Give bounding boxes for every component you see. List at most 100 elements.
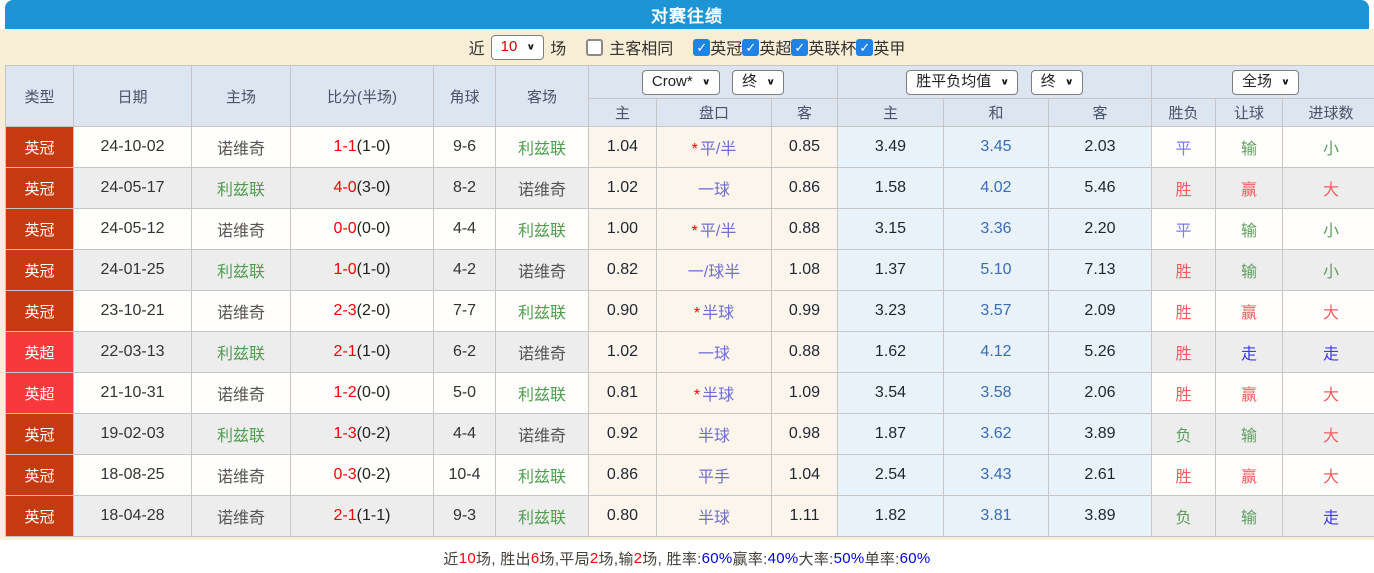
cell-handicap: 一球 [656,167,772,209]
cell-odds-home: 0.92 [588,413,657,455]
cell-league-badge: 英冠 [5,413,74,455]
cell-date: 24-05-12 [73,208,192,250]
cell-handicap-result: 输 [1215,208,1283,250]
cell-handicap-result: 输 [1215,495,1283,537]
odds-company-value: Crow* [651,72,693,90]
cell-wdl-home: 2.54 [837,454,944,496]
cell-date: 24-10-02 [73,126,192,168]
same-venue-checkbox[interactable] [586,38,604,56]
score-halftime: (0-0) [356,384,391,401]
wdl-state-select[interactable]: 终 ∨ [1030,69,1083,95]
cell-home-team: 诺维奇 [191,372,291,414]
summary-segment: 10 [458,550,477,567]
chevron-down-icon: ∨ [526,41,536,52]
cell-goals-result: 大 [1281,167,1374,209]
cell-away-team: 诺维奇 [495,331,589,373]
cell-corners: 9-6 [433,126,496,168]
cell-wdl-draw: 3.58 [943,372,1049,414]
score-fulltime: 2-3 [333,302,357,319]
header-type: 类型 [5,65,74,127]
handicap-text: 一球 [697,346,730,363]
summary-segment: 场, 胜出 [476,551,531,568]
odds-state-select[interactable]: 终 ∨ [732,69,785,95]
cell-odds-away: 1.08 [771,249,838,291]
scope-select[interactable]: 全场 ∨ [1232,69,1299,95]
cell-away-team: 诺维奇 [495,413,589,455]
cell-wdl-home: 3.15 [837,208,944,250]
summary-segment: 场,平局 [539,551,590,568]
cell-date: 18-04-28 [73,495,192,537]
league-checkbox[interactable]: ✓ [693,38,711,56]
cell-goals-result: 小 [1281,249,1374,291]
cell-handicap-result: 走 [1215,331,1283,373]
cell-wdl-home: 3.49 [837,126,944,168]
cell-wdl-away: 5.46 [1048,167,1152,209]
cell-result: 胜 [1151,331,1216,373]
cell-wdl-draw: 5.10 [943,249,1049,291]
table-row: 英冠 24-05-17 利兹联 4-0(3-0) 8-2 诺维奇 1.02 一球 0.86 1.5… [5,167,1374,209]
summary-segment: 50% [833,550,865,567]
cell-handicap-result: 赢 [1215,290,1283,332]
cell-away-team: 利兹联 [495,126,589,168]
cell-wdl-away: 2.03 [1048,126,1152,168]
page-title: 对赛往绩 [651,7,723,26]
cell-home-team: 诺维奇 [191,126,291,168]
header-odds-home: 主 [588,98,657,127]
near-count-select[interactable]: 10 ∨ [490,34,545,60]
score-halftime: (0-0) [356,220,391,237]
wdl-type-select[interactable]: 胜平负均值 ∨ [906,69,1019,95]
cell-wdl-draw: 3.43 [943,454,1049,496]
cell-handicap: 平手 [656,454,772,496]
cell-score: 1-0(1-0) [290,249,434,291]
cell-wdl-draw: 3.45 [943,126,1049,168]
league-checkbox[interactable]: ✓ [856,38,874,56]
summary-segment: 60% [899,550,931,567]
cell-handicap: * 半球 [656,290,772,332]
cell-wdl-away: 7.13 [1048,249,1152,291]
odds-company-select[interactable]: Crow* ∨ [641,69,720,95]
league-filter-group: ✓ 英冠 ✓ 英超 ✓ 英联杯 ✓ 英甲 [693,35,905,59]
summary-line: 近 10 场, 胜出 6 场,平局 2 场,输 2 场, 胜率: 60% 赢率:… [0,540,1374,573]
chevron-down-icon: ∨ [1064,76,1074,87]
cell-handicap: 一/球半 [656,249,772,291]
cell-home-team: 利兹联 [191,167,291,209]
league-filter-item: ✓ 英超 [742,35,791,59]
cell-wdl-draw: 3.81 [943,495,1049,537]
odds-state-value: 终 [742,72,758,90]
score-fulltime: 1-1 [333,138,357,155]
cell-odds-home: 0.86 [588,454,657,496]
asterisk-marker: * [691,141,698,158]
handicap-text: 半球 [702,305,735,322]
summary-segment: 近 [443,551,459,568]
summary-segment: 单率: [864,551,900,568]
cell-date: 18-08-25 [73,454,192,496]
cell-handicap-result: 输 [1215,413,1283,455]
table-row: 英冠 24-01-25 利兹联 1-0(1-0) 4-2 诺维奇 0.82 一/球半 1.08 1… [5,249,1374,291]
header-handicap-result: 让球 [1215,98,1283,127]
page-title-bar: 对赛往绩 [5,0,1369,29]
odds-group-header: Crow* ∨ 终 ∨ [588,65,838,99]
cell-wdl-away: 3.89 [1048,495,1152,537]
handicap-text: 平/半 [699,141,737,158]
handicap-text: 平/半 [699,223,737,240]
cell-goals-result: 大 [1281,413,1374,455]
cell-corners: 5-0 [433,372,496,414]
history-table: 类型 日期 主场 比分(半场) 角球 客场 Crow* ∨ 终 ∨ 胜平负均值 … [5,65,1374,537]
asterisk-marker: * [693,387,701,404]
table-row: 英超 22-03-13 利兹联 2-1(1-0) 6-2 诺维奇 1.02 一球 0.88 1.6… [5,331,1374,373]
cell-away-team: 利兹联 [495,495,589,537]
score-halftime: (3-0) [356,179,391,196]
cell-home-team: 利兹联 [191,331,291,373]
cell-score: 1-3(0-2) [290,413,434,455]
cell-odds-away: 0.85 [771,126,838,168]
cell-result: 负 [1151,495,1216,537]
league-checkbox[interactable]: ✓ [791,38,809,56]
table-row: 英冠 24-05-12 诺维奇 0-0(0-0) 4-4 利兹联 1.00 * 平/半 0.88 3… [5,208,1374,250]
cell-odds-home: 0.90 [588,290,657,332]
cell-goals-result: 大 [1281,372,1374,414]
cell-home-team: 利兹联 [191,413,291,455]
cell-date: 24-05-17 [73,167,192,209]
cell-wdl-home: 1.62 [837,331,944,373]
header-corner: 角球 [433,65,496,127]
league-checkbox[interactable]: ✓ [742,38,760,56]
